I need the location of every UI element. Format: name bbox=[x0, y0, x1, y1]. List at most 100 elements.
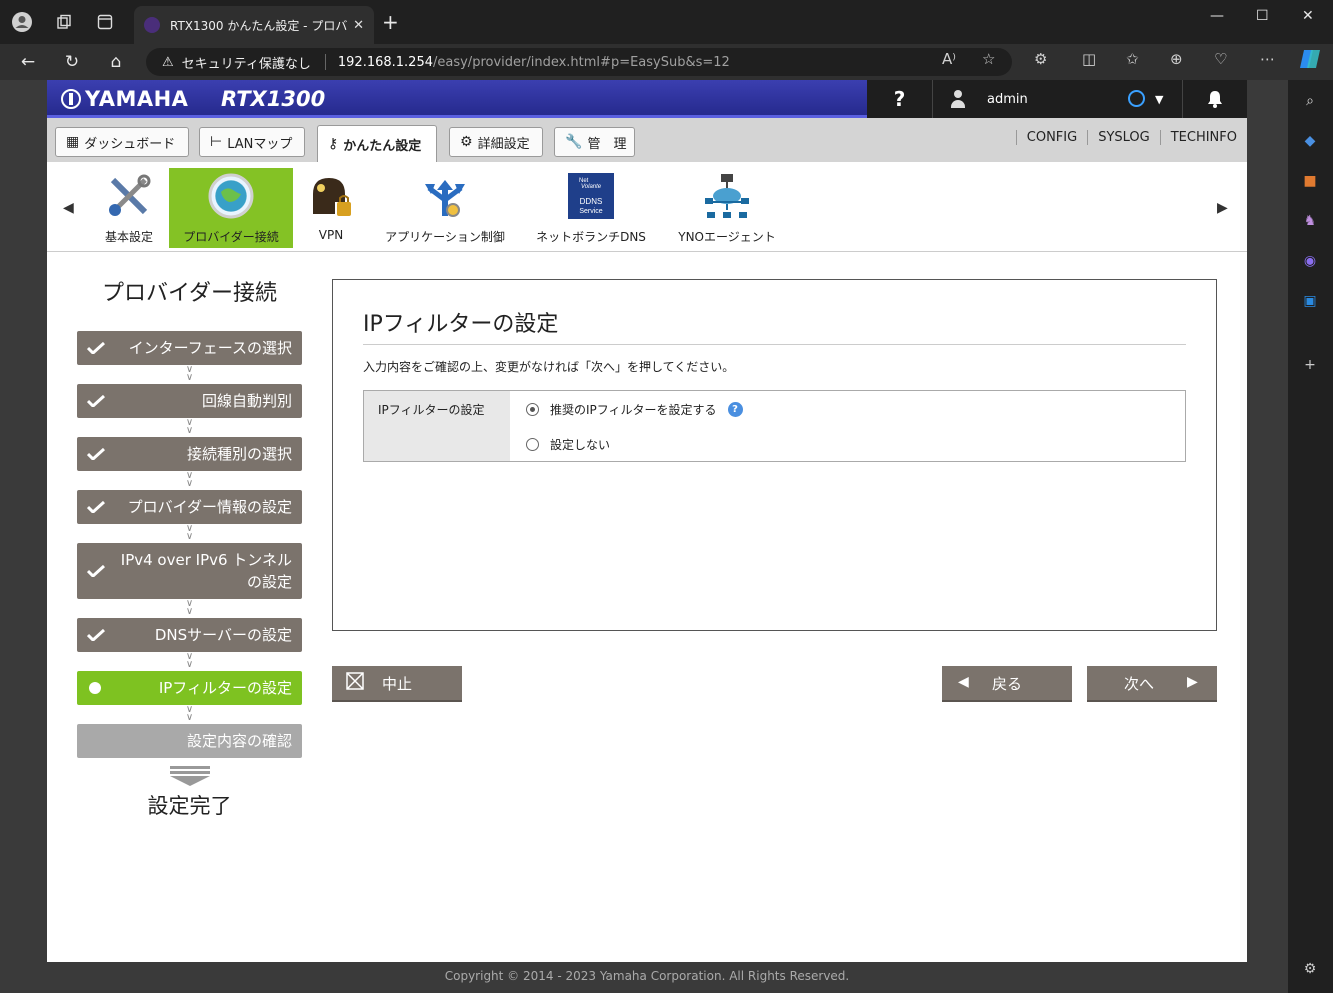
bell-icon[interactable] bbox=[1183, 80, 1247, 118]
games-icon[interactable]: ♞ bbox=[1299, 210, 1321, 232]
warning-icon: ⚠ bbox=[162, 54, 174, 70]
url-host: 192.168.1.254 bbox=[337, 54, 433, 70]
step-item-current: IPフィルターの設定 bbox=[77, 671, 302, 705]
category-ddns[interactable]: Net Volante DDNS Service ネットボランチDNS bbox=[529, 168, 653, 248]
ddns-icon: Net Volante DDNS Service bbox=[567, 172, 615, 220]
check-icon bbox=[87, 629, 105, 641]
add-sidebar-icon[interactable]: + bbox=[1299, 354, 1321, 376]
outlook-icon[interactable]: ▣ bbox=[1299, 290, 1321, 312]
footer-copyright: Copyright © 2014 - 2023 Yamaha Corporati… bbox=[47, 962, 1247, 993]
help-icon[interactable]: ? bbox=[727, 402, 743, 417]
browser-essentials-icon[interactable]: ♡ bbox=[1214, 50, 1227, 68]
content-panel: IPフィルターの設定 入力内容をご確認の上、変更がなければ「次へ」を押してくださ… bbox=[332, 279, 1217, 631]
triangle-right-icon: ▶ bbox=[1187, 674, 1198, 690]
yno-icon bbox=[703, 172, 751, 220]
back-icon[interactable]: ← bbox=[16, 50, 40, 74]
favorites-list-icon[interactable]: ✩ bbox=[1126, 50, 1139, 68]
config-link[interactable]: CONFIG bbox=[1015, 130, 1087, 145]
step-item: 接続種別の選択 bbox=[77, 437, 302, 471]
sidebar-settings-icon[interactable]: ⚙ bbox=[1299, 958, 1321, 980]
read-aloud-icon[interactable]: A⁾ bbox=[942, 50, 956, 68]
instruction-text: 入力内容をご確認の上、変更がなければ「次へ」を押してください。 bbox=[363, 360, 735, 374]
dashboard-label: ダッシュボード bbox=[84, 136, 176, 152]
cancel-button[interactable]: 中止 bbox=[332, 666, 462, 702]
new-tab-icon[interactable]: + bbox=[382, 12, 399, 32]
copilot-icon[interactable] bbox=[1298, 47, 1322, 75]
category-app-control[interactable]: アプリケーション制御 bbox=[375, 168, 515, 248]
model-name: RTX1300 bbox=[221, 87, 326, 111]
check-icon bbox=[87, 501, 105, 513]
advanced-button[interactable]: ⚙ 詳細設定 bbox=[449, 127, 543, 157]
step-label: 回線自動判別 bbox=[201, 392, 292, 410]
lanmap-icon: ⊢ bbox=[210, 134, 223, 150]
tab-actions-icon[interactable] bbox=[93, 10, 117, 34]
brand-name: YAMAHA bbox=[85, 87, 189, 111]
profile-icon[interactable] bbox=[10, 10, 34, 34]
copilot-sidebar-icon[interactable]: ◉ bbox=[1299, 250, 1321, 272]
key-icon: ⚷ bbox=[328, 136, 339, 152]
shopping-icon[interactable]: ◆ bbox=[1299, 130, 1321, 152]
step-label: IPv4 over IPv6 トンネルの設定 bbox=[120, 551, 292, 591]
favorite-icon[interactable]: ☆ bbox=[982, 50, 995, 68]
user-menu[interactable]: admin ▼ bbox=[933, 80, 1183, 118]
syslog-link[interactable]: SYSLOG bbox=[1087, 130, 1160, 145]
search-icon[interactable]: ⌕ bbox=[1299, 90, 1321, 112]
category-vpn[interactable]: VPN bbox=[303, 168, 359, 248]
category-basic[interactable]: 基本設定 bbox=[95, 168, 163, 248]
step-label: 接続種別の選択 bbox=[186, 445, 292, 463]
radio-none[interactable] bbox=[526, 438, 539, 451]
category-yno[interactable]: YNOエージェント bbox=[671, 168, 783, 248]
workspaces-icon[interactable] bbox=[52, 10, 76, 34]
app-control-icon bbox=[421, 172, 469, 220]
minimize-icon[interactable]: — bbox=[1210, 8, 1224, 24]
tools-briefcase-icon[interactable]: ■ bbox=[1299, 170, 1321, 192]
more-icon[interactable]: ⋯ bbox=[1260, 50, 1275, 68]
category-provider[interactable]: プロバイダー接続 bbox=[169, 168, 293, 248]
back-label: 戻る bbox=[991, 674, 1022, 693]
tab-close-icon[interactable]: ✕ bbox=[353, 18, 364, 33]
scroll-right-icon[interactable]: ▶ bbox=[1217, 200, 1228, 216]
category-yno-label: YNOエージェント bbox=[678, 230, 776, 244]
check-icon bbox=[87, 448, 105, 460]
window-close-icon[interactable]: ✕ bbox=[1302, 8, 1314, 24]
category-vpn-label: VPN bbox=[318, 228, 344, 242]
split-screen-icon[interactable]: ◫ bbox=[1082, 50, 1096, 68]
dashboard-button[interactable]: ▦ ダッシュボード bbox=[55, 127, 189, 157]
refresh-icon[interactable]: ↻ bbox=[60, 50, 84, 74]
step-item: プロバイダー情報の設定 bbox=[77, 490, 302, 524]
lanmap-button[interactable]: ⊢ LANマップ bbox=[199, 127, 305, 157]
router-page: YAMAHA RTX1300 ? admin ▼ ▦ ダッシュボード ⊢ LAN… bbox=[47, 80, 1247, 993]
option-recommended[interactable]: 推奨のIPフィルターを設定する ? bbox=[526, 401, 743, 418]
brand-bar: YAMAHA RTX1300 bbox=[47, 80, 867, 118]
techinfo-link[interactable]: TECHINFO bbox=[1159, 130, 1247, 145]
radio-recommended[interactable] bbox=[526, 403, 539, 416]
page-title: IPフィルターの設定 bbox=[363, 312, 559, 337]
help-button[interactable]: ? bbox=[867, 80, 933, 118]
chevron-down-icon: ∨ ∨ bbox=[185, 651, 194, 670]
step-label: IPフィルターの設定 bbox=[158, 679, 292, 697]
browser-tab[interactable]: RTX1300 かんたん設定 - プロバイダー ✕ bbox=[134, 6, 374, 44]
category-app-control-label: アプリケーション制御 bbox=[385, 230, 505, 244]
chevron-down-icon: ∨ ∨ bbox=[185, 704, 194, 723]
back-button[interactable]: ◀ 戻る bbox=[942, 666, 1072, 702]
option-none[interactable]: 設定しない bbox=[526, 436, 610, 453]
easy-setup-tab[interactable]: ⚷ かんたん設定 bbox=[317, 125, 437, 162]
maximize-icon[interactable]: ☐ bbox=[1256, 8, 1269, 24]
scroll-left-icon[interactable]: ◀ bbox=[63, 200, 74, 216]
url-field[interactable]: ⚠ セキュリティ保護なし 192.168.1.254 /easy/provide… bbox=[146, 48, 1012, 76]
url-separator bbox=[324, 54, 326, 70]
chevron-down-icon[interactable]: ▼ bbox=[1155, 93, 1163, 106]
svg-text:DDNS: DDNS bbox=[580, 197, 603, 206]
home-icon[interactable]: ⌂ bbox=[104, 50, 128, 74]
collections-icon[interactable]: ⊕ bbox=[1170, 50, 1183, 68]
steps-final: 設定完了 bbox=[147, 794, 232, 818]
url-path: /easy/provider/index.html#p=EasySub&s=12 bbox=[433, 54, 730, 70]
app-header: YAMAHA RTX1300 ? admin ▼ bbox=[47, 80, 1247, 118]
next-button[interactable]: 次へ ▶ bbox=[1087, 666, 1217, 702]
option-recommended-label: 推奨のIPフィルターを設定する bbox=[550, 403, 717, 417]
check-icon bbox=[87, 342, 105, 354]
management-label: 管 理 bbox=[587, 136, 627, 152]
extensions-icon[interactable]: ⚙ bbox=[1034, 50, 1047, 68]
management-button[interactable]: 🔧 管 理 bbox=[554, 127, 635, 157]
easy-setup-label: かんたん設定 bbox=[343, 138, 422, 154]
